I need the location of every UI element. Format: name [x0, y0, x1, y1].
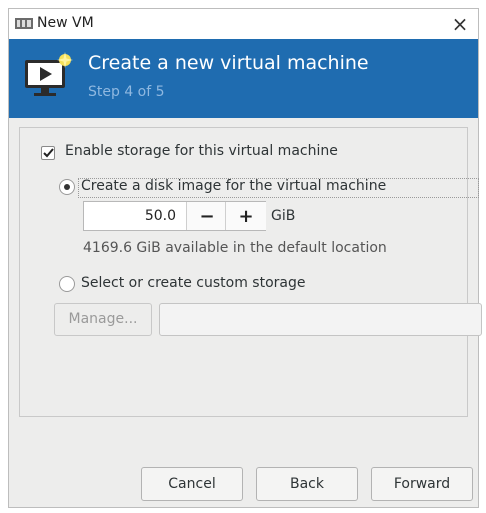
manage-button[interactable]: Manage...	[54, 303, 152, 336]
disk-size-value[interactable]: 50.0	[84, 202, 186, 230]
custom-storage-path-input[interactable]	[159, 303, 482, 336]
enable-storage-checkbox[interactable]	[41, 146, 55, 160]
checkmark-icon	[43, 148, 54, 158]
step-indicator: Step 4 of 5	[88, 84, 165, 100]
storage-panel: Enable storage for this virtual machine …	[19, 127, 482, 417]
plus-icon: +	[238, 205, 254, 227]
banner-title: Create a new virtual machine	[88, 52, 369, 74]
disk-image-radio[interactable]	[59, 179, 75, 195]
close-button[interactable]: ×	[448, 12, 472, 36]
minus-icon: −	[199, 205, 215, 227]
new-vm-window: New VM × Create a new virtual machine St…	[8, 8, 482, 508]
increase-size-button[interactable]: +	[225, 202, 266, 230]
available-space-text: 4169.6 GiB available in the default loca…	[83, 240, 387, 256]
custom-storage-label[interactable]: Select or create custom storage	[81, 275, 306, 291]
monitor-play-icon	[25, 52, 73, 96]
header-banner: Create a new virtual machine Step 4 of 5	[9, 39, 478, 118]
forward-button[interactable]: Forward	[371, 467, 473, 501]
close-icon: ×	[451, 12, 469, 36]
disk-size-spinbutton[interactable]: 50.0 − +	[83, 201, 266, 231]
title-bar: New VM ×	[9, 9, 478, 39]
custom-storage-radio[interactable]	[59, 276, 75, 292]
enable-storage-label[interactable]: Enable storage for this virtual machine	[65, 143, 338, 159]
window-title: New VM	[37, 15, 94, 31]
size-unit-label: GiB	[271, 208, 296, 224]
back-button[interactable]: Back	[256, 467, 358, 501]
cancel-button[interactable]: Cancel	[141, 467, 243, 501]
app-icon	[15, 18, 33, 29]
decrease-size-button[interactable]: −	[186, 202, 227, 230]
disk-image-label[interactable]: Create a disk image for the virtual mach…	[81, 178, 386, 194]
